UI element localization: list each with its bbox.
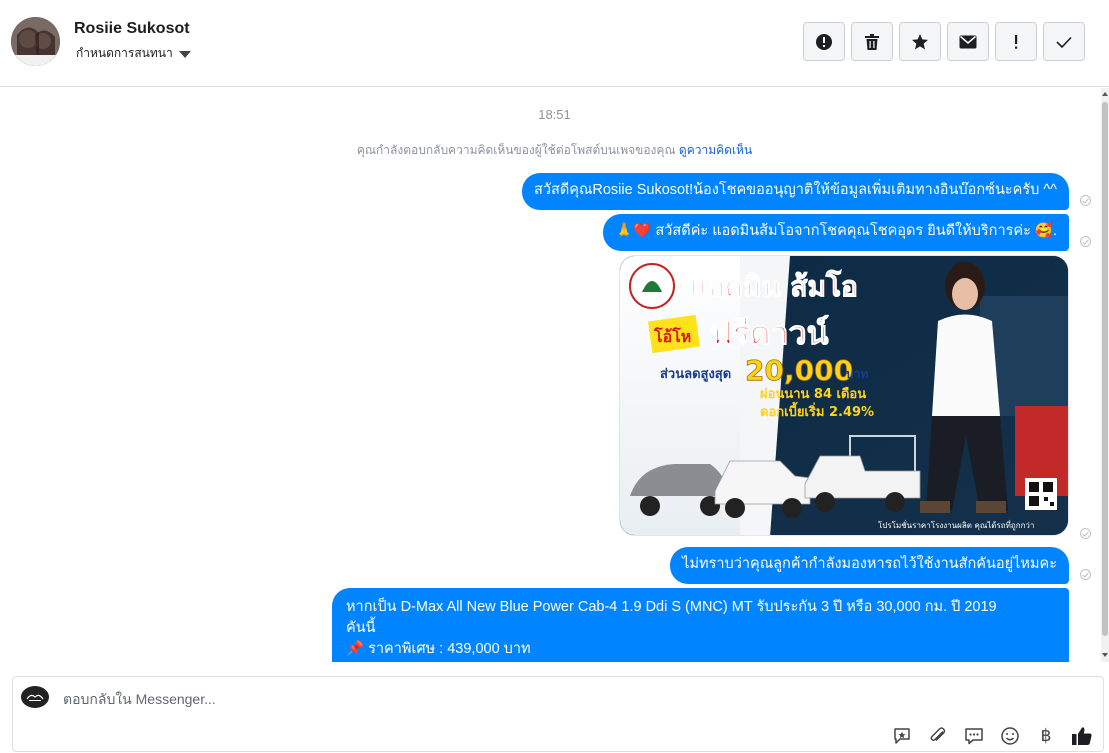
sent-check-icon — [1080, 236, 1091, 247]
promo-image: แอดมิน ส้มโอ โอ้โห ฟรีดาวน์ ส่วนลดสูงสุด… — [620, 256, 1068, 535]
user-name[interactable]: Rosiie Sukosot — [74, 20, 190, 38]
promo-discount-unit: บาท — [846, 367, 868, 381]
report-button[interactable] — [803, 22, 845, 61]
important-icon — [1015, 34, 1018, 49]
quick-reply-icon — [965, 728, 983, 745]
star-button[interactable] — [899, 22, 941, 61]
message-line: หากเป็น D-Max All New Blue Power Cab-4 1… — [346, 599, 997, 615]
emoji-icon — [1001, 727, 1019, 745]
promo-image-attachment[interactable]: แอดมิน ส้มโอ โอ้โห ฟรีดาวน์ ส่วนลดสูงสุด… — [619, 255, 1069, 536]
baht-payment-icon: ฿ — [1040, 726, 1052, 745]
quick-reply-button[interactable] — [963, 725, 985, 747]
scroll-down-arrow-icon[interactable] — [1102, 653, 1108, 657]
emoji-button[interactable] — [999, 725, 1021, 747]
promo-installment: ผ่อนนาน 84 เดือน — [760, 386, 866, 402]
message-line: คันนี้ — [346, 620, 376, 636]
payment-button[interactable]: ฿ — [1035, 725, 1057, 747]
attachment-icon — [930, 727, 946, 741]
saved-reply-button[interactable] — [891, 725, 913, 747]
message-thread: 18:51 คุณกำลังตอบกลับความคิดเห็นของผู้ใช… — [0, 88, 1109, 662]
message-timestamp: 18:51 — [538, 107, 571, 122]
assign-label: กำหนดการสนทนา — [76, 46, 173, 60]
promo-discount-label: ส่วนลดสูงสุด — [660, 367, 731, 382]
messenger-conversation: Rosiie Sukosot กำหนดการสนทนา 18:51 คุณกำ… — [0, 0, 1109, 753]
saved-reply-icon — [894, 728, 910, 744]
sent-check-icon — [1080, 569, 1091, 580]
message-bubble: สวัสดีคุณRosiie Sukosot!น้องโชคขออนุญาติ… — [521, 173, 1069, 210]
composer-toolbar: ฿ — [891, 725, 1093, 747]
sent-check-icon — [1080, 528, 1091, 539]
promo-discount-amount: 20,000 — [745, 354, 853, 387]
trash-icon — [865, 33, 879, 50]
star-icon — [912, 33, 928, 49]
promo-title: แอดมิน ส้มโอ — [690, 269, 858, 303]
mark-done-button[interactable] — [1043, 22, 1085, 61]
delete-button[interactable] — [851, 22, 893, 61]
attach-file-button[interactable] — [927, 725, 949, 747]
thread-scrollbar-thumb[interactable] — [1102, 102, 1108, 636]
message-line: 📌 ราคาพิเศษ : 439,000 บาท — [346, 641, 531, 657]
message-bubble: ไม่ทราบว่าคุณลูกค้ากำลังมองหารถไว้ใช้งาน… — [670, 547, 1069, 584]
caret-down-icon — [178, 50, 191, 58]
scroll-up-arrow-icon[interactable] — [1102, 92, 1108, 96]
assign-conversation-dropdown[interactable]: กำหนดการสนทนา — [76, 44, 191, 63]
message-bubble: หากเป็น D-Max All New Blue Power Cab-4 1… — [332, 588, 1069, 662]
mark-unread-button[interactable] — [947, 22, 989, 61]
sent-check-icon — [1080, 195, 1091, 206]
conversation-header: Rosiie Sukosot กำหนดการสนทนา — [0, 0, 1109, 87]
like-icon — [1072, 727, 1092, 745]
mark-important-button[interactable] — [995, 22, 1037, 61]
report-icon — [816, 33, 832, 50]
comment-reply-notice: คุณกำลังตอบกลับความคิดเห็นของผู้ใช้ต่อโพ… — [0, 141, 1109, 160]
reply-composer: ฿ — [12, 676, 1104, 752]
page-avatar — [21, 686, 49, 708]
header-toolbar — [803, 22, 1085, 61]
message-bubble: 🙏❤️ สวัสดีค่ะ แอดมินส้มโอจากโชคคุณโชคอุด… — [603, 214, 1069, 251]
notice-text: คุณกำลังตอบกลับความคิดเห็นของผู้ใช้ต่อโพ… — [356, 143, 679, 157]
mail-icon — [959, 35, 977, 48]
done-check-icon — [1056, 36, 1072, 48]
like-button[interactable] — [1071, 725, 1093, 747]
avatar[interactable] — [11, 17, 60, 66]
view-comment-link[interactable]: ดูความคิดเห็น — [679, 143, 752, 157]
promo-badge: โอ้โห — [653, 326, 691, 346]
reply-input[interactable] — [63, 691, 863, 707]
promo-headline: ฟรีดาวน์ — [710, 314, 829, 352]
promo-footer: โปรโมชั่นราคาโรงงานผลิต คุณได้รถที่ถูกกว… — [878, 519, 1034, 531]
